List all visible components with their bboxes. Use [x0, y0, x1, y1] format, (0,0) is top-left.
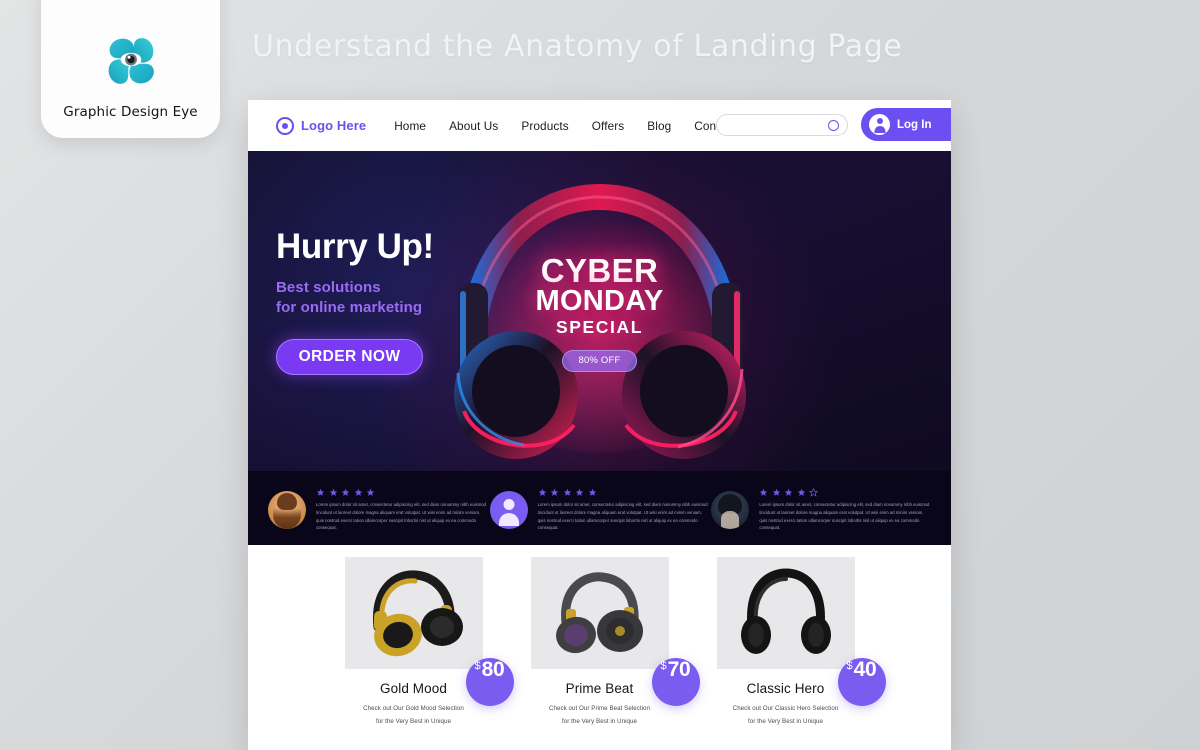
star-filled-icon: [550, 488, 559, 497]
price-badge: $ 40: [837, 658, 886, 706]
nav-item-offers[interactable]: Offers: [592, 119, 625, 133]
logo-circle-icon: [276, 116, 294, 135]
testimonials-strip: Lorem ipsum dolor sit amet, consectetur …: [248, 471, 951, 545]
star-filled-icon: [759, 488, 768, 497]
promo-text-block: CYBER MONDAY SPECIAL 80% OFF: [485, 252, 715, 372]
testimonial-card: Lorem ipsum dolor sit amet, consectetur …: [489, 484, 710, 532]
testimonial-card: Lorem ipsum dolor sit amet, consectetur …: [711, 484, 931, 532]
promo-line-monday: MONDAY: [535, 284, 664, 317]
user-silhouette-icon: [489, 490, 528, 529]
product-grid: $ 80 Gold Mood Check out Our Gold Mood S…: [248, 545, 951, 750]
landing-page-mockup: Logo Here Home About Us Products Offers …: [248, 100, 951, 750]
search-icon: [828, 119, 839, 131]
discount-badge-label: 80% OFF: [578, 355, 621, 367]
brand-name: Graphic Design Eye: [63, 104, 198, 120]
price-badge: $ 70: [651, 658, 700, 706]
nav-item-products[interactable]: Products: [521, 119, 568, 133]
product-name: Classic Hero: [746, 681, 825, 696]
product-description: Check out Our Classic Hero Selection for…: [717, 702, 855, 728]
hero-heading: Hurry Up!: [276, 227, 434, 266]
rating-stars: [538, 488, 710, 497]
nav-item-blog[interactable]: Blog: [647, 119, 671, 133]
testimonial-text: Lorem ipsum dolor sit amet, consectetur …: [316, 501, 487, 531]
product-description-line2: for the Very Best in Unique: [748, 718, 823, 726]
hero-subheading: Best solutions for online marketing: [276, 278, 434, 318]
price-value: 70: [667, 658, 691, 681]
gold-black-headphones-image: [344, 557, 483, 669]
star-filled-icon: [366, 488, 375, 497]
price-currency: $: [660, 660, 667, 672]
logo-text: Logo Here: [301, 118, 367, 133]
product-name: Gold Mood: [380, 681, 447, 696]
pinwheel-eye-logo-icon: [108, 38, 154, 84]
testimonial-card: Lorem ipsum dolor sit amet, consectetur …: [268, 484, 488, 532]
star-filled-icon: [341, 488, 350, 497]
product-card[interactable]: $ 70 Prime Beat Check out Our Prime Beat…: [530, 557, 700, 750]
gray-headphones-image: [530, 557, 669, 669]
star-filled-icon: [329, 488, 338, 497]
product-description-line1: Check out Our Gold Mood Selection: [363, 705, 464, 712]
nav-links: Home About Us Products Offers Blog Conta…: [394, 119, 735, 133]
login-button[interactable]: Log In: [861, 108, 951, 141]
nav-item-home[interactable]: Home: [394, 119, 426, 133]
star-filled-icon: [563, 488, 572, 497]
hero-banner: Hurry Up! Best solutions for online mark…: [248, 151, 951, 471]
hero-subheading-line1: Best solutions: [276, 279, 381, 296]
site-logo[interactable]: Logo Here: [276, 116, 367, 135]
rating-stars: [759, 487, 931, 497]
product-description: Check out Our Prime Beat Selection for t…: [531, 702, 669, 728]
page-title: Understand the Anatomy of Landing Page: [252, 29, 903, 64]
search-input[interactable]: [716, 114, 848, 136]
price-value: 40: [853, 658, 877, 681]
product-description-line1: Check out Our Prime Beat Selection: [548, 705, 651, 712]
star-outline-icon: [809, 487, 819, 497]
brand-card: Graphic Design Eye: [41, 0, 220, 138]
testimonial-text: Lorem ipsum dolor sit amet, consectetur …: [537, 501, 708, 531]
product-card[interactable]: $ 40 Classic Hero Check out Our Classic …: [716, 557, 886, 750]
price-badge: $ 80: [465, 658, 514, 706]
star-filled-icon: [538, 488, 547, 497]
testimonial-text: Lorem ipsum dolor sit amet, consectetur …: [759, 501, 930, 531]
price-currency: $: [474, 660, 481, 672]
star-filled-icon: [772, 488, 781, 497]
discount-badge: 80% OFF: [562, 349, 637, 372]
promo-line-cyber: CYBER: [540, 252, 659, 289]
star-filled-icon: [784, 488, 793, 497]
hero-subheading-line2: for online marketing: [276, 298, 423, 316]
price-value: 80: [481, 658, 505, 681]
product-description-line1: Check out Our Classic Hero Selection: [732, 705, 839, 712]
order-now-label: ORDER NOW: [298, 347, 401, 365]
order-now-button[interactable]: ORDER NOW: [276, 338, 423, 375]
login-button-label: Log In: [897, 118, 932, 131]
hero-copy: Hurry Up! Best solutions for online mark…: [276, 229, 434, 375]
star-filled-icon: [588, 488, 597, 497]
rating-stars: [316, 488, 488, 497]
black-headphones-image: [716, 557, 855, 669]
star-filled-icon: [316, 488, 325, 497]
navbar: Logo Here Home About Us Products Offers …: [248, 100, 951, 151]
star-filled-icon: [797, 488, 806, 497]
star-filled-icon: [575, 488, 584, 497]
woman-photo-avatar: [268, 490, 306, 529]
product-description: Check out Our Gold Mood Selection for th…: [345, 702, 483, 728]
dark-portrait-avatar: [711, 490, 750, 529]
product-name: Prime Beat: [565, 681, 634, 696]
product-description-line2: for the Very Best in Unique: [562, 718, 637, 726]
promo-line-special: SPECIAL: [555, 316, 644, 337]
user-avatar-icon: [869, 114, 890, 135]
price-currency: $: [846, 660, 853, 672]
nav-item-about-us[interactable]: About Us: [449, 119, 498, 133]
product-description-line2: for the Very Best in Unique: [376, 718, 451, 726]
star-filled-icon: [354, 488, 363, 497]
product-card[interactable]: $ 80 Gold Mood Check out Our Gold Mood S…: [344, 557, 514, 750]
